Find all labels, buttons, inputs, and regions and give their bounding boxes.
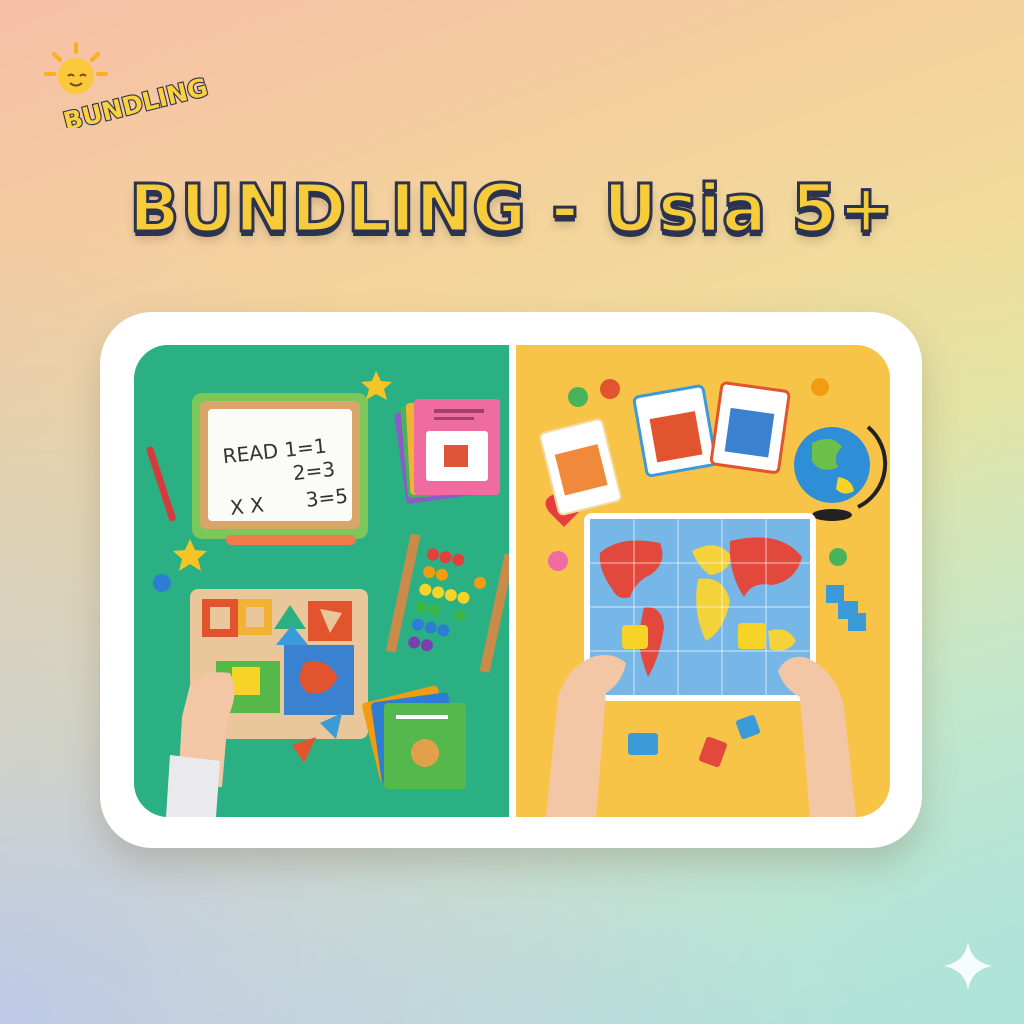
board-books (362, 685, 466, 789)
puzzle-piece (699, 736, 727, 768)
flashcard (709, 381, 791, 474)
whiteboard: READ 1=1 2=3 X X 3=5 (192, 393, 368, 545)
sun-icon (44, 42, 108, 94)
star-icon (361, 371, 392, 400)
pen (146, 446, 176, 522)
whiteboard-line-3: X X (229, 492, 265, 519)
left-panel: READ 1=1 2=3 X X 3=5 (134, 345, 509, 817)
triangle-piece (292, 737, 316, 763)
star-icon (173, 539, 207, 571)
button-icon (153, 574, 171, 592)
page-title: BUNDLING - Usia 5+ (128, 169, 896, 249)
button-icon (548, 551, 568, 571)
right-panel (516, 345, 890, 817)
button-icon (568, 387, 588, 407)
flashcard-stack (394, 399, 500, 504)
puzzle-piece (628, 733, 658, 755)
flashcard (632, 384, 718, 478)
child-hand (166, 672, 235, 817)
globe (794, 425, 888, 521)
whiteboard-line-4: 3=5 (305, 484, 349, 512)
button-icon (829, 548, 847, 566)
puzzle-piece (826, 585, 866, 631)
sparkle-icon (944, 942, 992, 990)
abacus (385, 533, 509, 673)
button-icon (600, 379, 620, 399)
learning-toys-scene: READ 1=1 2=3 X X 3=5 (146, 371, 509, 817)
button-icon (811, 378, 829, 396)
world-map-puzzle-scene (539, 378, 888, 817)
puzzle-piece (736, 715, 760, 739)
bundling-logo: BUNDLING (44, 42, 212, 128)
whiteboard-line-2: 2=3 (292, 457, 336, 485)
